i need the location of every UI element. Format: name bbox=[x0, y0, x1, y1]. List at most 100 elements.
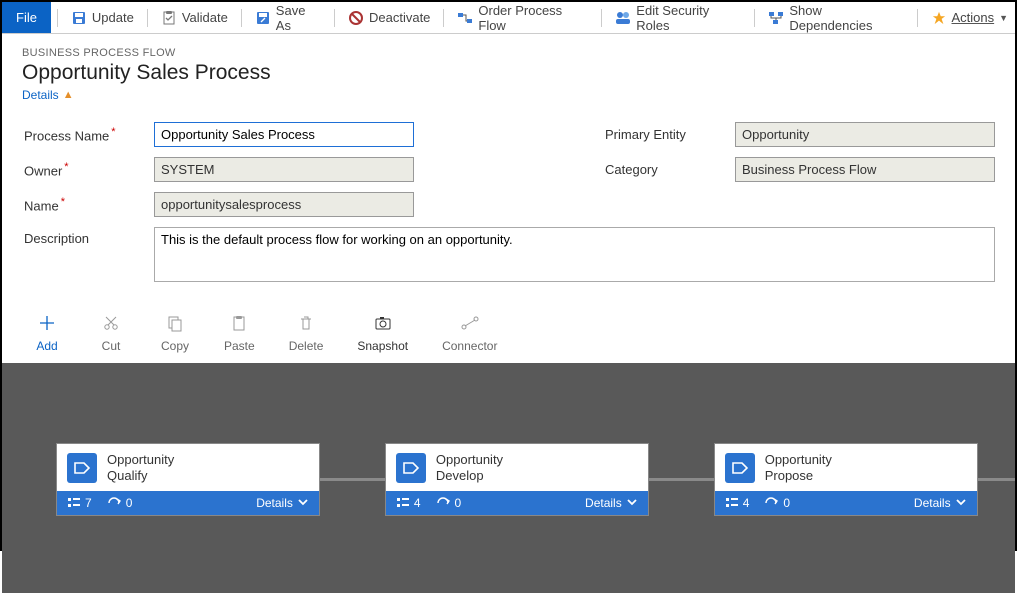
separator bbox=[754, 9, 755, 27]
branches-icon bbox=[106, 496, 122, 510]
steps-value: 7 bbox=[85, 496, 92, 510]
stage-name: Propose bbox=[765, 468, 832, 484]
stage-footer: 4 0 Details bbox=[715, 491, 977, 515]
breadcrumb: BUSINESS PROCESS FLOW bbox=[22, 47, 995, 59]
branches-count: 0 bbox=[435, 496, 462, 510]
stage-connector bbox=[320, 478, 385, 481]
validate-button[interactable]: Validate bbox=[154, 2, 235, 33]
toolbar: File Update Validate Save As Deactivate … bbox=[2, 2, 1015, 34]
form: Process Name Primary Entity Owner Catego… bbox=[2, 106, 1015, 291]
stages-row: Opportunity Qualify 7 0 Details bbox=[2, 443, 1015, 516]
stage-entity: Opportunity bbox=[765, 452, 832, 468]
steps-count: 4 bbox=[725, 496, 750, 510]
name-input bbox=[154, 192, 414, 217]
add-label: Add bbox=[36, 339, 57, 353]
actions-label: Actions bbox=[952, 10, 995, 25]
stage-details-button[interactable]: Details bbox=[914, 496, 967, 510]
stage-icon bbox=[725, 453, 755, 483]
branches-value: 0 bbox=[455, 496, 462, 510]
owner-label: Owner bbox=[24, 161, 144, 178]
branches-value: 0 bbox=[126, 496, 133, 510]
order-process-flow-button[interactable]: Order Process Flow bbox=[450, 2, 595, 33]
order-process-flow-label: Order Process Flow bbox=[478, 3, 588, 33]
paste-label: Paste bbox=[224, 339, 255, 353]
details-label: Details bbox=[914, 496, 951, 510]
details-label: Details bbox=[256, 496, 293, 510]
add-button[interactable]: Add bbox=[32, 313, 62, 353]
separator bbox=[57, 9, 58, 27]
primary-entity-label: Primary Entity bbox=[605, 127, 725, 142]
save-as-label: Save As bbox=[276, 3, 321, 33]
stage-card-develop[interactable]: Opportunity Develop 4 0 Details bbox=[385, 443, 649, 516]
connector-icon bbox=[460, 313, 480, 333]
plus-icon bbox=[37, 313, 57, 333]
stage-name: Develop bbox=[436, 468, 503, 484]
show-dependencies-button[interactable]: Show Dependencies bbox=[761, 2, 910, 33]
edit-security-roles-button[interactable]: Edit Security Roles bbox=[608, 2, 748, 33]
branches-count: 0 bbox=[763, 496, 790, 510]
details-label: Details bbox=[22, 88, 59, 102]
stage-entity: Opportunity bbox=[107, 452, 174, 468]
stage-icon bbox=[67, 453, 97, 483]
copy-button[interactable]: Copy bbox=[160, 313, 190, 353]
stage-connector bbox=[978, 478, 1015, 481]
details-toggle[interactable]: Details ▲ bbox=[22, 88, 74, 102]
separator bbox=[334, 9, 335, 27]
process-name-label: Process Name bbox=[24, 126, 144, 143]
stage-details-button[interactable]: Details bbox=[256, 496, 309, 510]
designer-canvas[interactable]: Opportunity Qualify 7 0 Details bbox=[2, 363, 1015, 593]
separator bbox=[917, 9, 918, 27]
stage-header: Opportunity Qualify bbox=[57, 444, 319, 491]
stage-card-propose[interactable]: Opportunity Propose 4 0 Details bbox=[714, 443, 978, 516]
chevron-down-icon bbox=[297, 496, 309, 510]
chevron-down-icon bbox=[955, 496, 967, 510]
snapshot-button[interactable]: Snapshot bbox=[357, 313, 408, 353]
save-as-icon bbox=[255, 10, 271, 26]
steps-count: 7 bbox=[67, 496, 92, 510]
deactivate-button[interactable]: Deactivate bbox=[341, 2, 437, 33]
description-input[interactable] bbox=[154, 227, 995, 282]
page-title: Opportunity Sales Process bbox=[22, 61, 995, 85]
description-label: Description bbox=[24, 227, 144, 246]
steps-value: 4 bbox=[743, 496, 750, 510]
copy-icon bbox=[165, 313, 185, 333]
branches-icon bbox=[763, 496, 779, 510]
deactivate-icon bbox=[348, 10, 364, 26]
branches-count: 0 bbox=[106, 496, 133, 510]
stage-name: Qualify bbox=[107, 468, 174, 484]
chevron-down-icon: ▼ bbox=[999, 13, 1008, 23]
stage-entity: Opportunity bbox=[436, 452, 503, 468]
delete-button[interactable]: Delete bbox=[289, 313, 324, 353]
paste-icon bbox=[229, 313, 249, 333]
process-name-input[interactable] bbox=[154, 122, 414, 147]
stage-icon bbox=[396, 453, 426, 483]
branches-icon bbox=[435, 496, 451, 510]
chevron-down-icon bbox=[626, 496, 638, 510]
file-menu[interactable]: File bbox=[2, 2, 51, 33]
chevron-up-icon: ▲ bbox=[63, 89, 74, 101]
trash-icon bbox=[296, 313, 316, 333]
paste-button[interactable]: Paste bbox=[224, 313, 255, 353]
separator bbox=[601, 9, 602, 27]
steps-icon bbox=[396, 496, 410, 510]
validate-label: Validate bbox=[182, 10, 228, 25]
category-label: Category bbox=[605, 162, 725, 177]
category-input bbox=[735, 157, 995, 182]
name-label: Name bbox=[24, 196, 144, 213]
stage-card-qualify[interactable]: Opportunity Qualify 7 0 Details bbox=[56, 443, 320, 516]
connector-button[interactable]: Connector bbox=[442, 313, 497, 353]
cut-button[interactable]: Cut bbox=[96, 313, 126, 353]
update-button[interactable]: Update bbox=[64, 2, 141, 33]
scissors-icon bbox=[101, 313, 121, 333]
dependencies-icon bbox=[768, 10, 784, 26]
security-icon bbox=[615, 10, 631, 26]
cut-label: Cut bbox=[102, 339, 121, 353]
designer-actions: Add Cut Copy Paste Delete Snapshot Conne… bbox=[2, 291, 1015, 363]
separator bbox=[443, 9, 444, 27]
header: BUSINESS PROCESS FLOW Opportunity Sales … bbox=[2, 34, 1015, 106]
snapshot-label: Snapshot bbox=[357, 339, 408, 353]
owner-input bbox=[154, 157, 414, 182]
save-as-button[interactable]: Save As bbox=[248, 2, 328, 33]
stage-details-button[interactable]: Details bbox=[585, 496, 638, 510]
actions-menu[interactable]: Actions ▼ bbox=[924, 2, 1016, 33]
